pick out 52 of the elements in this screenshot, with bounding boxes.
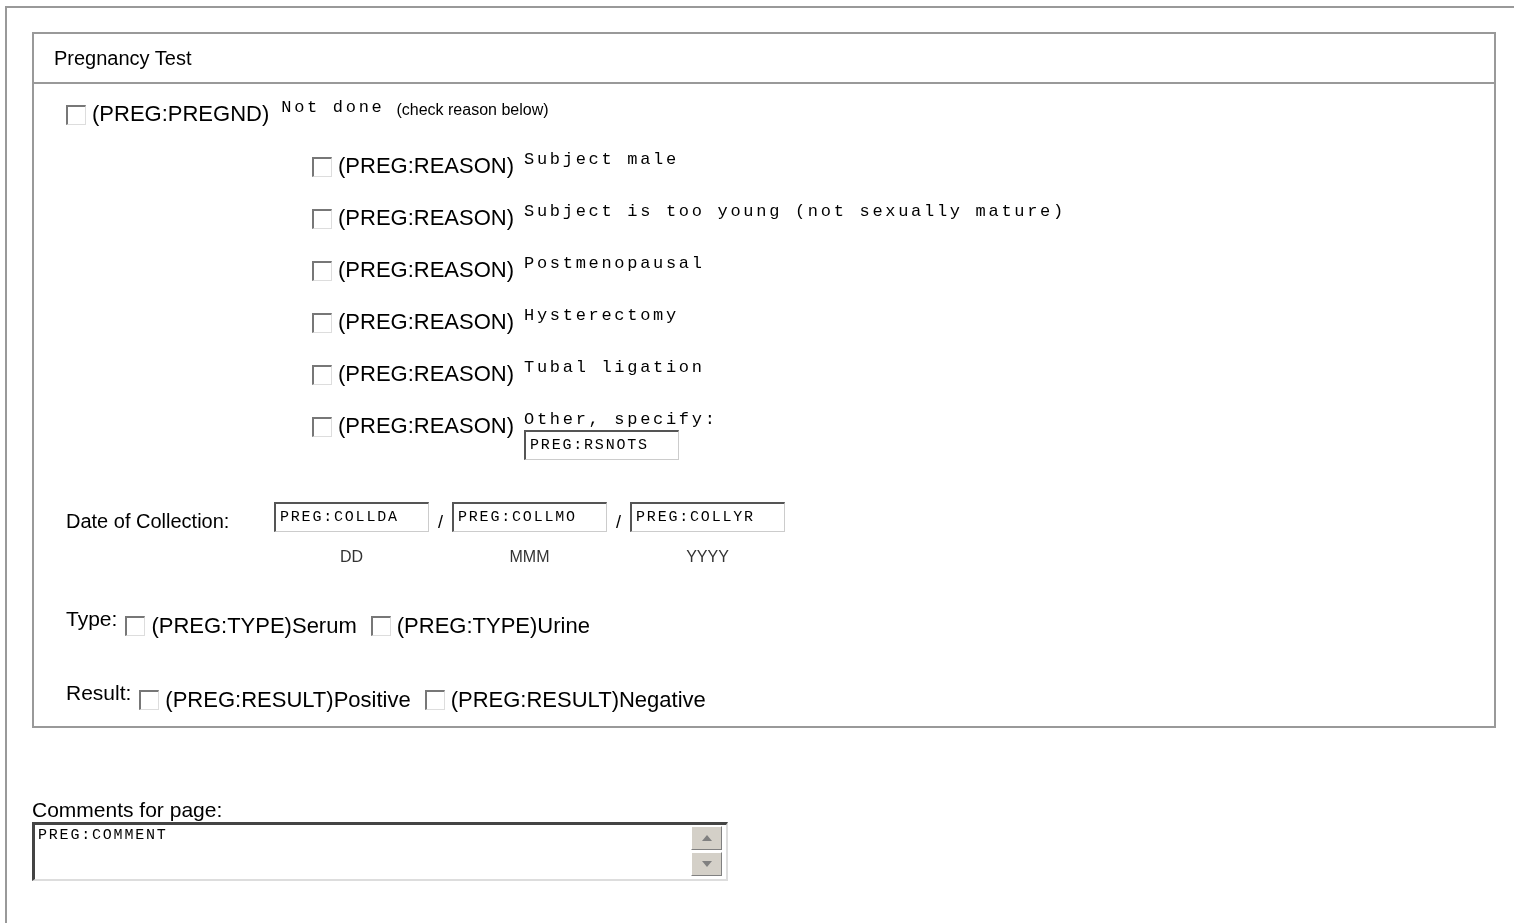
date-field[interactable]: PREG:COLLDA	[274, 502, 429, 532]
checkbox[interactable]	[125, 616, 146, 636]
date-field[interactable]: PREG:COLLYR	[630, 502, 786, 532]
field-code: (PREG:RESULT)	[450, 686, 619, 714]
checkbox[interactable]	[424, 690, 445, 710]
option-label: Subject male	[524, 150, 679, 170]
checkbox[interactable]	[139, 690, 160, 710]
panel-title: Pregnancy Test	[54, 46, 192, 70]
checkbox[interactable]	[312, 417, 332, 437]
field-code: (PREG:REASON)	[338, 308, 515, 336]
date-format-caption: MMM	[509, 548, 550, 566]
option-label: Other, specify:	[524, 410, 718, 430]
option-label: Positive	[333, 686, 411, 714]
scroll-up-button[interactable]	[691, 826, 722, 850]
option-label: Negative	[618, 686, 706, 714]
field-label: Result:	[66, 680, 132, 706]
hint-text: (check reason below)	[396, 100, 549, 120]
field-code: (PREG:TYPE)	[396, 612, 538, 640]
date-format-caption: YYYY	[686, 548, 729, 566]
field-code: (PREG:REASON)	[338, 360, 515, 388]
checkbox[interactable]	[312, 209, 332, 229]
option-label: Urine	[537, 612, 590, 640]
option-label: Postmenopausal	[524, 254, 705, 274]
option-label: Not done	[281, 98, 385, 118]
down-arrow-icon	[701, 861, 712, 867]
field-label: Type:	[66, 606, 118, 632]
option-label: Subject is too young (not sexually mature)	[524, 202, 1066, 222]
checkbox[interactable]	[312, 261, 332, 281]
date-format-caption: DD	[339, 548, 364, 566]
specify-field[interactable]: PREG:RSNOTS	[524, 430, 680, 460]
scroll-down-button[interactable]	[691, 852, 722, 876]
checkbox[interactable]	[66, 105, 86, 125]
comments-label: Comments for page:	[32, 798, 224, 822]
option-label: Hysterectomy	[524, 306, 679, 326]
field-code: (PREG:RESULT)	[165, 686, 334, 714]
checkbox[interactable]	[312, 157, 332, 177]
field-code: (PREG:REASON)	[338, 204, 515, 232]
field-code: (PREG:PREGND)	[92, 100, 270, 128]
field-code: (PREG:TYPE)	[151, 612, 292, 640]
checkbox[interactable]	[370, 616, 391, 636]
checkbox[interactable]	[312, 313, 332, 333]
date-separator: /	[616, 512, 622, 533]
option-label: Serum	[291, 612, 357, 640]
field-code: (PREG:REASON)	[338, 256, 515, 284]
field-code: (PREG:REASON)	[338, 152, 515, 180]
up-arrow-icon	[701, 835, 712, 841]
option-label: Tubal ligation	[524, 358, 705, 378]
date-separator: /	[438, 512, 443, 533]
field-code: (PREG:REASON)	[338, 412, 515, 440]
checkbox[interactable]	[312, 365, 332, 385]
field-label: Date of Collection:	[66, 510, 231, 533]
date-field[interactable]: PREG:COLLMO	[452, 502, 607, 532]
